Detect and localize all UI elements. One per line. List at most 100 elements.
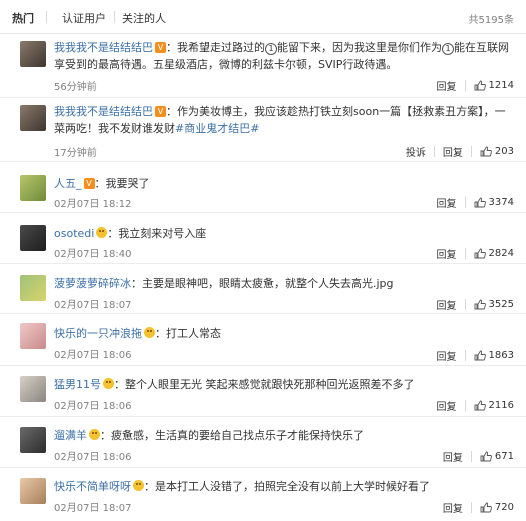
reply-button[interactable]: 回复 <box>429 297 465 312</box>
comment-total-count: 共5195条 <box>468 15 514 26</box>
avatar[interactable] <box>20 225 46 251</box>
comment-body: ：是本打工人没错了，拍照完全没有以前上大学时候好看了 <box>144 480 430 493</box>
thumb-up-icon <box>474 248 486 258</box>
comment-body: ：整个人眼里无光 笑起来感觉就跟快死那种回光返照差不多了 <box>114 378 415 391</box>
emoji-badge-icon <box>96 227 108 238</box>
emoji-badge-icon <box>89 429 100 440</box>
avatar[interactable] <box>20 478 46 504</box>
comment-text: 我我我不是结结结巴 V ：作为美妆博主，我应该趁热打铁立刻soon一篇【拯救素丑方案… <box>54 103 512 137</box>
comment-body: ：主要是眼神吧，眼睛太疲惫，就整个人失去高光.jpg <box>131 277 394 290</box>
comment-body: 能留下来，因为我这里是你们作为 <box>277 41 442 54</box>
verified-badge-icon: V <box>83 178 95 189</box>
comment-text: 快乐的一只冲浪拖 ：打工人常态 <box>54 325 512 342</box>
reply-button[interactable]: 回复 <box>435 144 471 159</box>
like-button[interactable]: 720 <box>472 502 514 513</box>
username-link[interactable]: 猛男11号 <box>54 378 101 391</box>
avatar[interactable] <box>20 175 46 201</box>
report-button[interactable]: 投诉 <box>398 144 434 159</box>
comment-text: 快乐不简单呀呀 ：是本打工人没错了，拍照完全没有以前上大学时候好看了 <box>54 478 512 495</box>
like-count: 720 <box>494 501 514 513</box>
tab-verified-users[interactable]: 认证用户 <box>62 10 106 26</box>
like-button[interactable]: 1214 <box>466 80 514 91</box>
emoji-badge-icon <box>144 327 155 338</box>
comment-actions: 回复 720 <box>435 500 514 515</box>
username-link[interactable]: 我我我不是结结结巴 <box>54 105 153 118</box>
comment-actions: 回复 3374 <box>429 195 514 210</box>
like-count: 3374 <box>488 196 514 208</box>
like-count: 3525 <box>488 298 514 310</box>
username-link[interactable]: 人五_ <box>54 177 82 190</box>
like-count: 671 <box>494 450 514 462</box>
tab-following[interactable]: 关注的人 <box>122 10 166 26</box>
username-link[interactable]: 遛满羊 <box>54 429 87 442</box>
list-item: 猛男11号 ：整个人眼里无光 笑起来感觉就跟快死那种回光返照差不多了 02月07日… <box>0 366 526 417</box>
comment-body: ：疲惫感，生活真的要给自己找点乐子才能保持快乐了 <box>100 429 364 442</box>
list-item: 快乐的一只冲浪拖 ：打工人常态 02月07日 18:06 回复 1863 <box>0 314 526 366</box>
reply-button[interactable]: 回复 <box>429 78 465 93</box>
list-item: 快乐不简单呀呀 ：是本打工人没错了，拍照完全没有以前上大学时候好看了 02月07日… <box>0 468 526 521</box>
like-count: 2116 <box>488 399 514 411</box>
username-link[interactable]: 快乐的一只冲浪拖 <box>54 327 142 340</box>
like-button[interactable]: 1863 <box>466 350 514 361</box>
like-count: 203 <box>494 145 514 157</box>
comment-time: 02月07日 18:06 <box>54 452 132 463</box>
comment-text: 我我我不是结结结巴 V ：我希望走过路过的 1 能留下来，因为我这里是你们作为 1 能在互联… <box>54 39 512 73</box>
hashtag-link[interactable]: #商业鬼才结巴# <box>175 122 259 135</box>
list-item: 菠萝菠萝碎碎冰：主要是眼神吧，眼睛太疲惫，就整个人失去高光.jpg 02月07日… <box>0 264 526 314</box>
thumb-up-icon <box>474 400 486 410</box>
comment-actions: 回复 1863 <box>429 348 514 363</box>
username-link[interactable]: 菠萝菠萝碎碎冰 <box>54 277 131 290</box>
comment-text: 猛男11号 ：整个人眼里无光 笑起来感觉就跟快死那种回光返照差不多了 <box>54 376 512 393</box>
tab-hot[interactable]: 热门 <box>12 10 34 26</box>
thumb-up-icon <box>480 146 492 156</box>
comment-time: 56分钟前 <box>54 82 97 93</box>
like-button[interactable]: 671 <box>472 451 514 462</box>
reply-button[interactable]: 回复 <box>429 195 465 210</box>
like-button[interactable]: 2824 <box>466 248 514 259</box>
comment-time: 02月07日 18:40 <box>54 249 132 260</box>
avatar[interactable] <box>20 275 46 301</box>
username-link[interactable]: 快乐不简单呀呀 <box>54 480 131 493</box>
verified-badge-icon: V <box>155 42 166 53</box>
comment-actions: 回复 671 <box>435 449 514 464</box>
like-button[interactable]: 203 <box>472 146 514 157</box>
comment-body: ：打工人常态 <box>155 327 221 340</box>
comment-time: 17分钟前 <box>54 148 97 159</box>
like-button[interactable]: 3374 <box>466 197 514 208</box>
reply-button[interactable]: 回复 <box>435 500 471 515</box>
comment-time: 02月07日 18:07 <box>54 503 132 514</box>
verified-badge-icon: V <box>155 106 166 117</box>
reply-button[interactable]: 回复 <box>435 449 471 464</box>
thumb-up-icon <box>474 197 486 207</box>
reply-button[interactable]: 回复 <box>429 246 465 261</box>
comment-text: 人五_ V ：我要哭了 <box>54 175 512 192</box>
username-link[interactable]: 我我我不是结结结巴 <box>54 41 153 54</box>
comment-text: osotedi ：我立刻来对号入座 <box>54 225 512 242</box>
avatar[interactable] <box>20 105 46 131</box>
like-button[interactable]: 2116 <box>466 400 514 411</box>
comment-time: 02月07日 18:06 <box>54 401 132 412</box>
avatar[interactable] <box>20 427 46 453</box>
username-link[interactable]: osotedi <box>54 227 94 240</box>
comment-actions: 回复 1214 <box>429 78 514 93</box>
like-count: 1863 <box>488 349 514 361</box>
comment-time: 02月07日 18:06 <box>54 350 132 361</box>
list-item: 遛满羊 ：疲惫感，生活真的要给自己找点乐子才能保持快乐了 02月07日 18:06… <box>0 417 526 468</box>
like-count: 1214 <box>488 79 514 91</box>
list-item: 人五_ V ：我要哭了 02月07日 18:12 回复 3374 <box>0 162 526 213</box>
thumb-up-icon <box>474 80 486 90</box>
avatar[interactable] <box>20 376 46 402</box>
thumb-up-icon <box>480 451 492 461</box>
like-button[interactable]: 3525 <box>466 299 514 310</box>
circled-number: 1 <box>442 43 454 55</box>
comment-time: 02月07日 18:12 <box>54 199 132 210</box>
comment-actions: 回复 2116 <box>429 398 514 413</box>
reply-button[interactable]: 回复 <box>429 348 465 363</box>
comment-body: ：我要哭了 <box>94 177 150 190</box>
comment-text: 菠萝菠萝碎碎冰：主要是眼神吧，眼睛太疲惫，就整个人失去高光.jpg <box>54 275 512 292</box>
avatar[interactable] <box>20 41 46 67</box>
reply-button[interactable]: 回复 <box>429 398 465 413</box>
tab-divider <box>114 11 115 23</box>
avatar[interactable] <box>20 323 46 349</box>
comment-text: 遛满羊 ：疲惫感，生活真的要给自己找点乐子才能保持快乐了 <box>54 427 512 444</box>
